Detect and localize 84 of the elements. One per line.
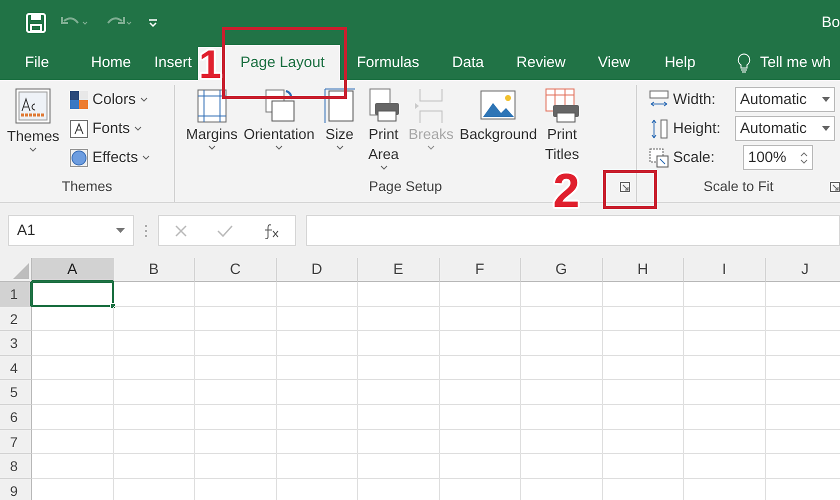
dialog-launcher-icon[interactable]	[620, 182, 630, 192]
tell-me-field[interactable]: Tell me wh	[760, 54, 831, 71]
lightbulb-icon	[736, 52, 752, 72]
scale-field[interactable]: Automatic	[735, 116, 835, 141]
ribbon-tab[interactable]: Page Layout	[225, 45, 340, 80]
dropdown-icon	[822, 126, 830, 131]
column-header[interactable]: H	[602, 258, 684, 282]
group-label: Page Setup	[368, 178, 442, 196]
group-label: Themes	[62, 178, 112, 196]
ribbon-tab[interactable]: File	[0, 45, 74, 80]
group-label: Scale to Fit	[703, 178, 774, 196]
close-icon[interactable]	[174, 224, 188, 238]
theme-option[interactable]: Colors	[70, 85, 150, 114]
scale-label: Height:	[649, 118, 731, 138]
font-icon	[70, 120, 88, 138]
themes-button[interactable]: Themes	[4, 85, 62, 178]
caret-icon	[380, 165, 388, 170]
page-setup-button[interactable]: Background	[456, 85, 540, 178]
ribbon-tab[interactable]: Data	[436, 45, 500, 80]
window-title: Bo	[822, 14, 840, 31]
highlight-frame	[603, 170, 657, 209]
column-header[interactable]: C	[195, 258, 276, 282]
column-header[interactable]: F	[440, 258, 521, 282]
print-titles-icon	[543, 87, 582, 125]
step-number: 2	[553, 168, 580, 216]
scale-label: Scale:	[649, 148, 731, 168]
height-icon	[649, 118, 669, 138]
row-header[interactable]: 5	[0, 380, 32, 405]
step-number: 1	[198, 47, 222, 83]
theme-option[interactable]: Fonts	[70, 114, 150, 143]
effects-icon	[70, 148, 88, 166]
caret-icon	[140, 97, 148, 102]
dialog-launcher-icon[interactable]	[830, 182, 840, 192]
page-setup-button[interactable]: Orientation	[240, 85, 318, 178]
column-header[interactable]: G	[521, 258, 602, 282]
caret-icon	[134, 126, 142, 131]
ribbon-tab[interactable]: Insert	[148, 45, 198, 80]
row-header[interactable]: 2	[0, 306, 32, 332]
triangle-icon	[13, 263, 29, 279]
theme-option[interactable]: Effects	[70, 143, 150, 172]
function-icon[interactable]	[262, 222, 280, 238]
caret-icon	[275, 145, 284, 150]
column-header[interactable]: I	[684, 258, 766, 282]
ribbon-tab[interactable]: Formulas	[340, 45, 436, 80]
ribbon-tab[interactable]: Help	[646, 45, 714, 80]
row-header[interactable]: 9	[0, 478, 32, 500]
scale-field[interactable]: Automatic	[735, 87, 835, 112]
dropdown-icon	[822, 97, 830, 102]
column-header[interactable]: A	[32, 258, 114, 282]
select-all-button[interactable]	[0, 258, 32, 282]
spinner-icon	[800, 150, 808, 166]
drag-handle-icon[interactable]	[144, 224, 148, 238]
column-header[interactable]: J	[766, 258, 840, 282]
row-header[interactable]: 7	[0, 430, 32, 454]
scale-label: Width:	[649, 90, 731, 110]
row-header[interactable]: 6	[0, 404, 32, 430]
row-header[interactable]: 3	[0, 331, 32, 356]
caret-icon	[427, 145, 436, 150]
name-box[interactable]: A1	[8, 215, 134, 246]
ribbon-tab[interactable]: Review	[500, 45, 582, 80]
dropdown-icon	[116, 228, 125, 233]
formula-field[interactable]	[306, 215, 840, 246]
column-header[interactable]: E	[358, 258, 440, 282]
ribbon-tab[interactable]: View	[582, 45, 646, 80]
row-header[interactable]: 1	[0, 282, 32, 307]
column-header[interactable]: B	[114, 258, 195, 282]
width-icon	[649, 90, 669, 110]
color-palette-icon	[70, 90, 88, 108]
caret-icon	[336, 145, 344, 150]
scale-field[interactable]: 100%	[743, 145, 813, 170]
page-setup-button[interactable]: Size	[318, 85, 362, 178]
caret-icon	[29, 147, 38, 152]
caret-icon	[208, 145, 216, 150]
scale-icon	[649, 148, 669, 168]
row-header[interactable]: 4	[0, 356, 32, 380]
page-setup-button[interactable]: Margins	[183, 85, 241, 178]
save-icon[interactable]	[26, 12, 46, 32]
page-setup-button[interactable]: Print Area	[362, 85, 406, 178]
row-header[interactable]: 8	[0, 454, 32, 479]
checkmark-icon[interactable]	[216, 224, 233, 238]
caret-icon	[142, 155, 150, 160]
customize-toolbar-icon[interactable]	[148, 16, 158, 28]
column-header[interactable]: D	[276, 258, 358, 282]
ribbon-tab[interactable]: Home	[74, 45, 148, 80]
